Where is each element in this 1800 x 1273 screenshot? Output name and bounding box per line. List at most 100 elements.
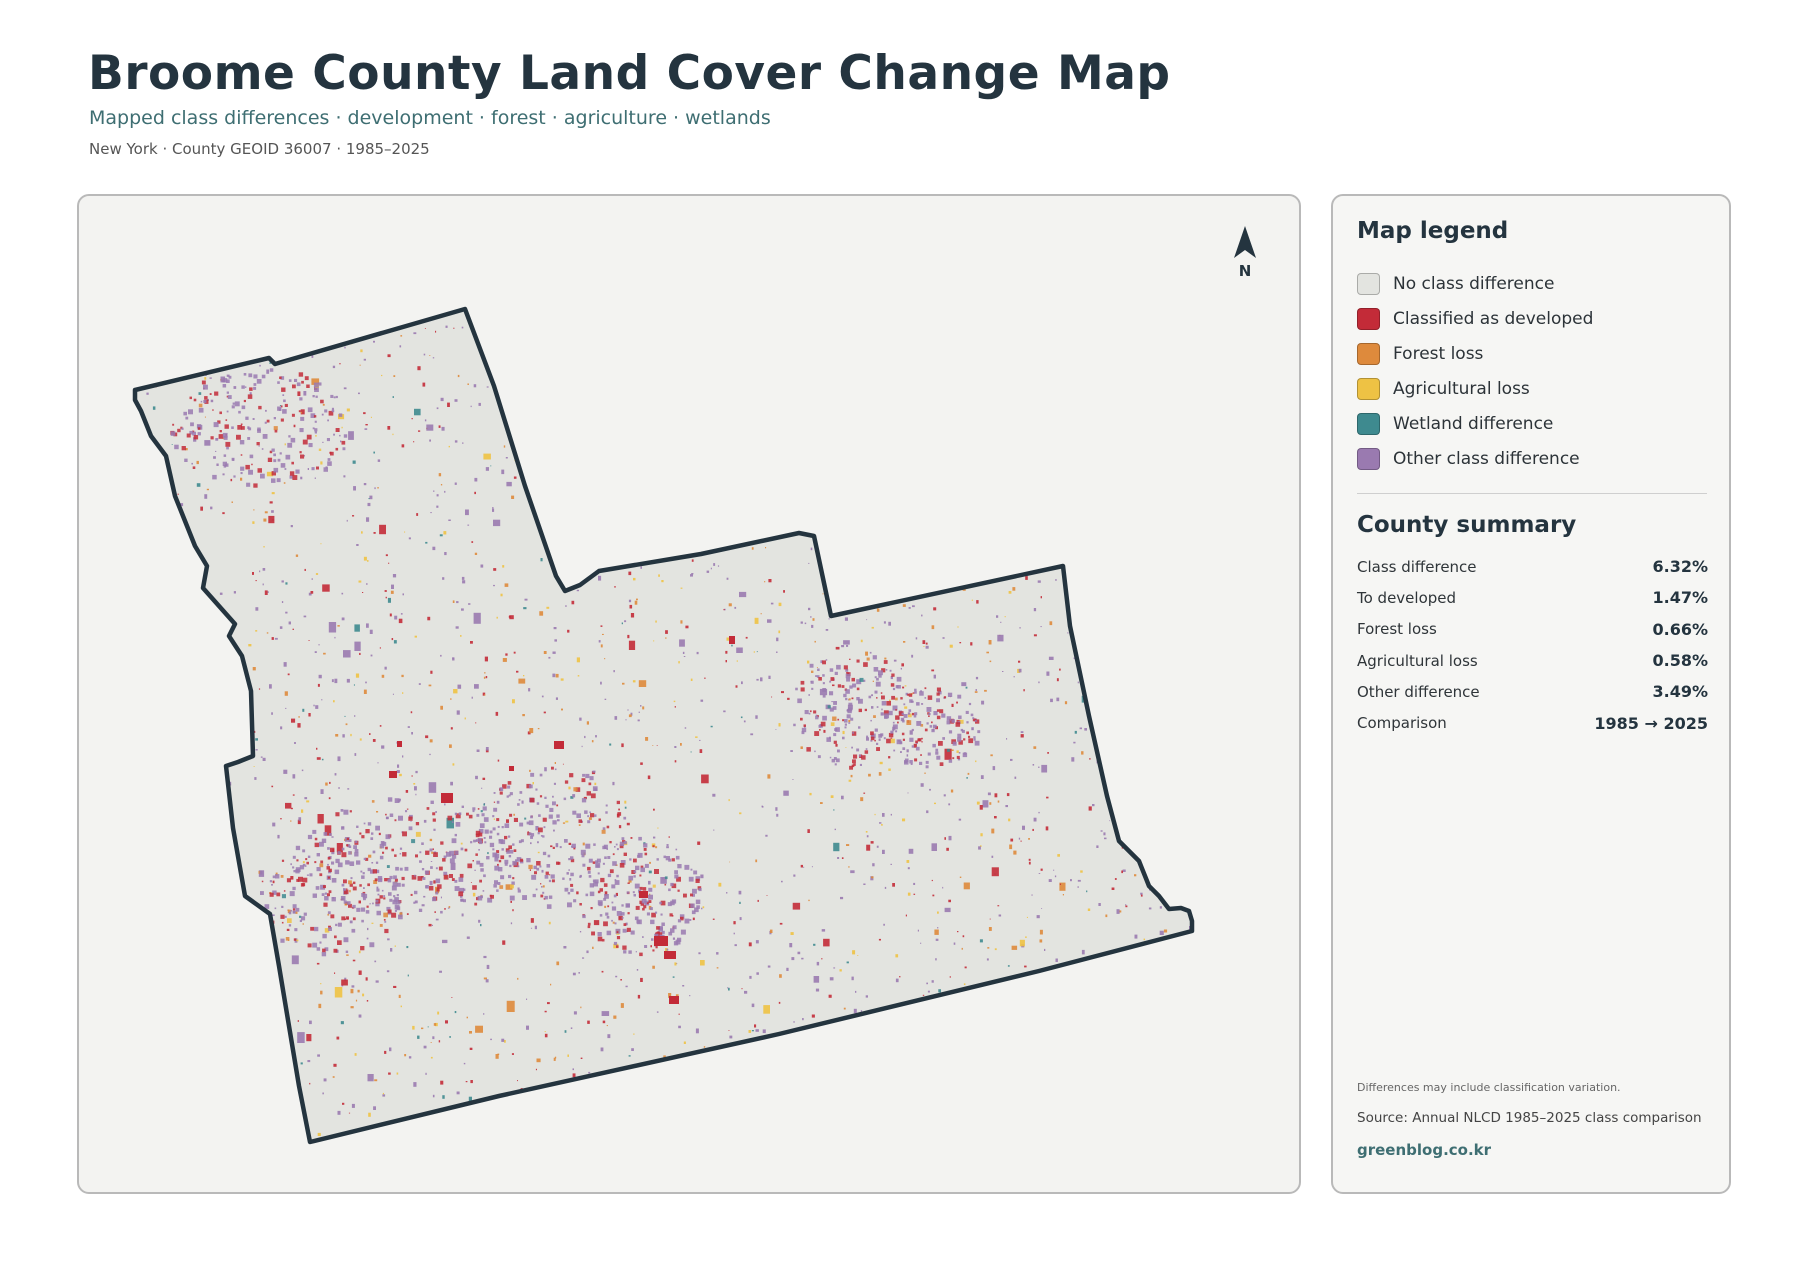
change-patch [565,438,569,441]
change-patch [818,677,822,681]
change-patch [241,405,246,410]
change-patch [194,742,196,744]
change-patch [845,476,847,480]
change-patch [957,694,962,699]
change-patch [383,912,388,918]
change-patch [640,762,643,765]
change-patch [407,974,409,977]
change-patch [497,863,499,866]
change-patch [664,1063,666,1066]
change-patch [856,1069,860,1072]
change-patch [546,606,550,609]
change-patch [994,793,998,798]
change-patch [826,737,831,742]
change-patch [367,1074,374,1082]
change-patch [906,860,910,863]
change-patch [335,923,338,927]
change-patch [582,957,585,959]
change-patch [678,661,680,664]
map-panel[interactable] [77,194,1301,1194]
change-patch [1162,1028,1165,1030]
change-patch [659,420,663,425]
change-patch [502,940,506,945]
change-patch [444,552,447,556]
change-patch [963,752,967,755]
change-patch [323,832,328,836]
change-patch [467,383,469,385]
change-patch [938,741,943,746]
change-patch [607,856,611,859]
change-patch [814,1093,817,1096]
change-patch [289,471,295,476]
change-patch [1122,342,1126,345]
change-patch [320,461,323,465]
change-patch [766,457,770,460]
change-patch [321,413,324,416]
change-patch [333,948,338,953]
change-patch [285,582,288,585]
change-patch [926,722,929,725]
change-patch [497,825,500,828]
change-patch [809,792,812,796]
credit-link[interactable]: greenblog.co.kr [1357,1141,1491,1159]
change-patch [617,812,622,816]
change-patch [182,307,183,309]
summary-label: Agricultural loss [1357,651,1478,670]
change-patch [935,751,939,755]
change-patch [451,997,453,998]
change-patch [272,914,275,916]
change-patch [567,629,570,633]
change-patch [1137,408,1141,411]
change-patch [141,675,144,678]
change-patch [322,1092,324,1095]
change-patch [616,911,622,916]
change-patch [822,682,825,685]
change-patch [445,309,449,313]
change-patch [587,1020,590,1024]
change-patch [797,698,802,704]
change-patch [1123,648,1126,651]
county-map[interactable] [79,196,1301,1194]
change-patch [992,444,995,447]
change-patch [1117,410,1121,415]
change-patch [246,983,248,985]
change-patch [454,812,457,815]
change-patch [1137,707,1141,712]
change-patch [928,712,931,716]
change-patch [622,682,625,685]
change-patch [800,621,803,624]
change-patch [214,391,219,396]
change-patch [255,934,259,939]
change-patch [856,687,860,691]
change-patch [442,858,446,862]
change-patch [792,902,801,910]
change-patch [318,644,320,646]
change-patch [1194,858,1196,860]
change-patch [279,626,283,629]
change-patch [756,651,758,653]
change-patch [391,912,397,918]
change-patch [616,438,618,440]
change-patch [789,449,791,452]
change-patch [643,843,648,848]
change-patch [302,923,304,925]
change-patch [1193,1129,1195,1132]
change-patch [517,977,519,980]
change-patch [841,857,844,859]
change-patch [582,842,585,846]
change-patch [520,858,524,862]
change-patch [330,914,335,919]
change-patch [413,441,415,443]
change-patch [326,438,330,442]
change-patch [841,685,845,688]
change-patch [607,873,612,878]
change-patch [586,791,591,796]
change-patch [1018,517,1021,520]
change-patch [710,348,713,353]
change-patch [540,835,543,837]
change-patch [302,315,304,316]
change-patch [398,618,403,624]
change-patch [753,651,755,653]
change-patch [1091,1026,1098,1033]
change-patch [320,789,324,794]
